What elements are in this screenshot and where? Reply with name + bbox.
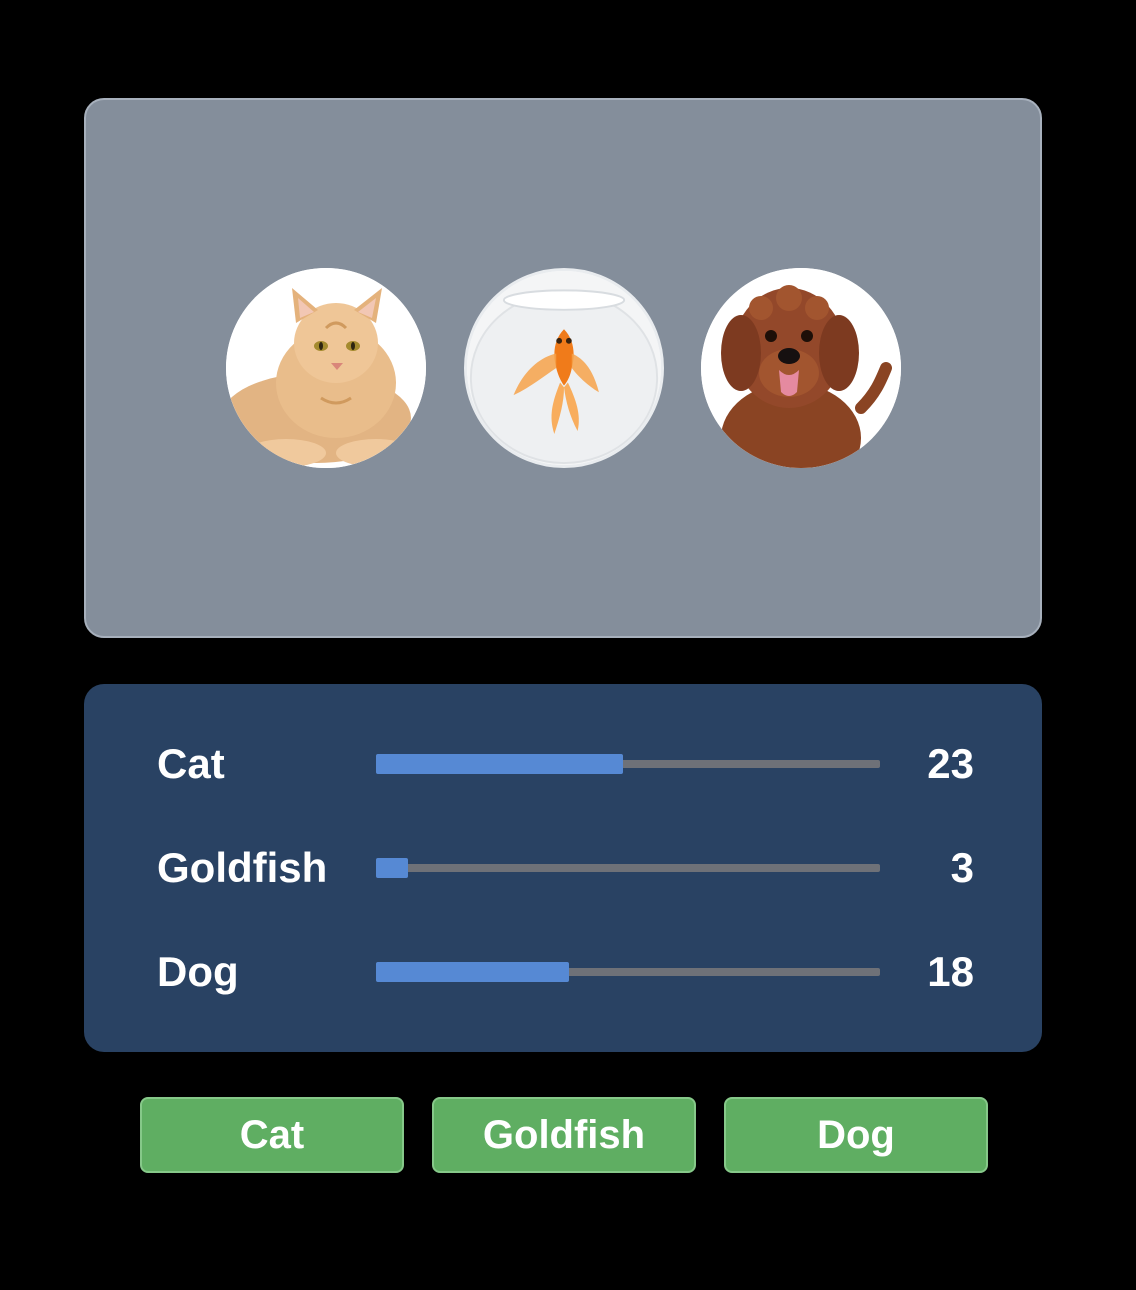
vote-label: Dog <box>157 948 239 995</box>
vote-bar-fill <box>376 754 623 774</box>
vote-bar-fill <box>376 962 570 982</box>
vote-count: 23 <box>927 740 974 787</box>
vote-bar-track <box>376 858 880 878</box>
vote-label: Cat <box>157 740 225 787</box>
pets-panel <box>84 98 1042 638</box>
vote-dog-button[interactable]: Dog <box>724 1097 988 1173</box>
vote-count: 18 <box>927 948 974 995</box>
voting-app: Cat 23 Goldfish 3 Dog 18 Cat Goldfish Do… <box>0 0 1136 1290</box>
vote-cat-button[interactable]: Cat <box>140 1097 404 1173</box>
vote-row-dog: Dog 18 <box>84 942 1042 1002</box>
vote-count: 3 <box>950 844 974 891</box>
vote-row-cat: Cat 23 <box>84 734 1042 794</box>
vote-label: Goldfish <box>157 844 328 891</box>
cat-image <box>226 268 426 468</box>
vote-bar-track <box>376 754 880 774</box>
vote-bar-fill <box>376 858 409 878</box>
vote-goldfish-button[interactable]: Goldfish <box>432 1097 696 1173</box>
dog-image <box>701 268 901 468</box>
vote-results-panel: Cat 23 Goldfish 3 Dog 18 <box>84 684 1042 1052</box>
goldfish-image <box>464 268 664 468</box>
vote-bar-track <box>376 962 880 982</box>
vote-row-goldfish: Goldfish 3 <box>84 838 1042 898</box>
